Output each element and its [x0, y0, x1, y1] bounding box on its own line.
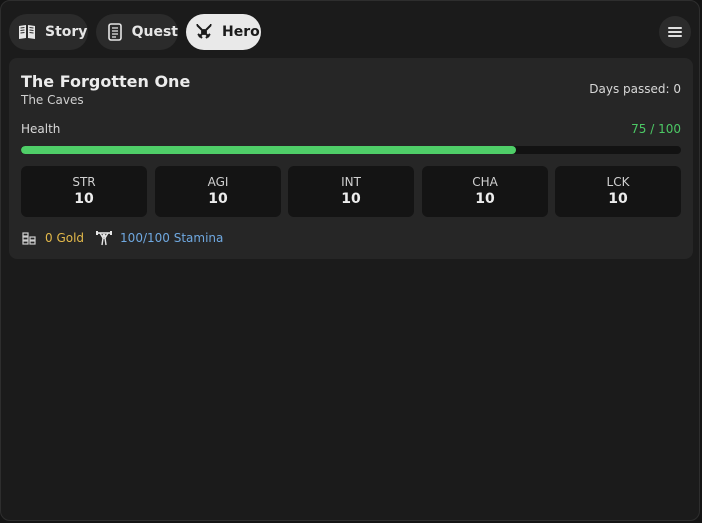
hamburger-menu-icon — [668, 26, 682, 38]
stat-agi: AGI 10 — [155, 166, 281, 217]
menu-button[interactable] — [659, 16, 691, 48]
stat-str: STR 10 — [21, 166, 147, 217]
health-bar-fill — [21, 146, 516, 154]
tab-quest[interactable]: Quest — [96, 14, 178, 50]
days-passed: Days passed: 0 — [589, 82, 681, 96]
stat-value: 10 — [208, 191, 228, 207]
resources-row: 0 Gold 100/100 Stamina — [21, 229, 223, 247]
stat-value: 10 — [608, 191, 628, 207]
stat-value: 10 — [475, 191, 495, 207]
tab-hero[interactable]: Hero — [186, 14, 261, 50]
stamina-amount: 100/100 Stamina — [120, 231, 224, 245]
stat-label: INT — [341, 175, 361, 189]
health-bar — [21, 146, 681, 154]
stat-label: CHA — [472, 175, 498, 189]
hero-location: The Caves — [21, 93, 84, 107]
scroll-icon — [106, 22, 124, 42]
top-navigation: Story Quest Hero — [9, 14, 691, 50]
stat-int: INT 10 — [288, 166, 414, 217]
stat-lck: LCK 10 — [555, 166, 681, 217]
health-value: 75 / 100 — [631, 122, 681, 136]
tab-hero-label: Hero — [222, 24, 260, 40]
tab-story[interactable]: Story — [9, 14, 88, 50]
stat-label: STR — [72, 175, 96, 189]
stat-label: LCK — [606, 175, 630, 189]
health-label: Health — [21, 122, 61, 136]
stat-value: 10 — [341, 191, 361, 207]
stats-row: STR 10 AGI 10 INT 10 CHA 10 LCK 10 — [21, 166, 681, 217]
crossed-swords-icon — [194, 22, 214, 42]
tab-story-label: Story — [45, 24, 88, 40]
book-icon — [17, 22, 37, 42]
hero-name: The Forgotten One — [21, 72, 191, 91]
hero-card: The Forgotten One The Caves Days passed:… — [9, 58, 693, 259]
gold-amount: 0 Gold — [45, 231, 85, 245]
stat-label: AGI — [207, 175, 229, 189]
tab-quest-label: Quest — [131, 24, 178, 40]
weightlifter-icon — [96, 230, 113, 246]
stat-cha: CHA 10 — [422, 166, 548, 217]
app-window: Story Quest Hero The Forgotten One The C… — [0, 0, 700, 521]
stat-value: 10 — [74, 191, 94, 207]
coin-stack-icon — [21, 230, 37, 246]
